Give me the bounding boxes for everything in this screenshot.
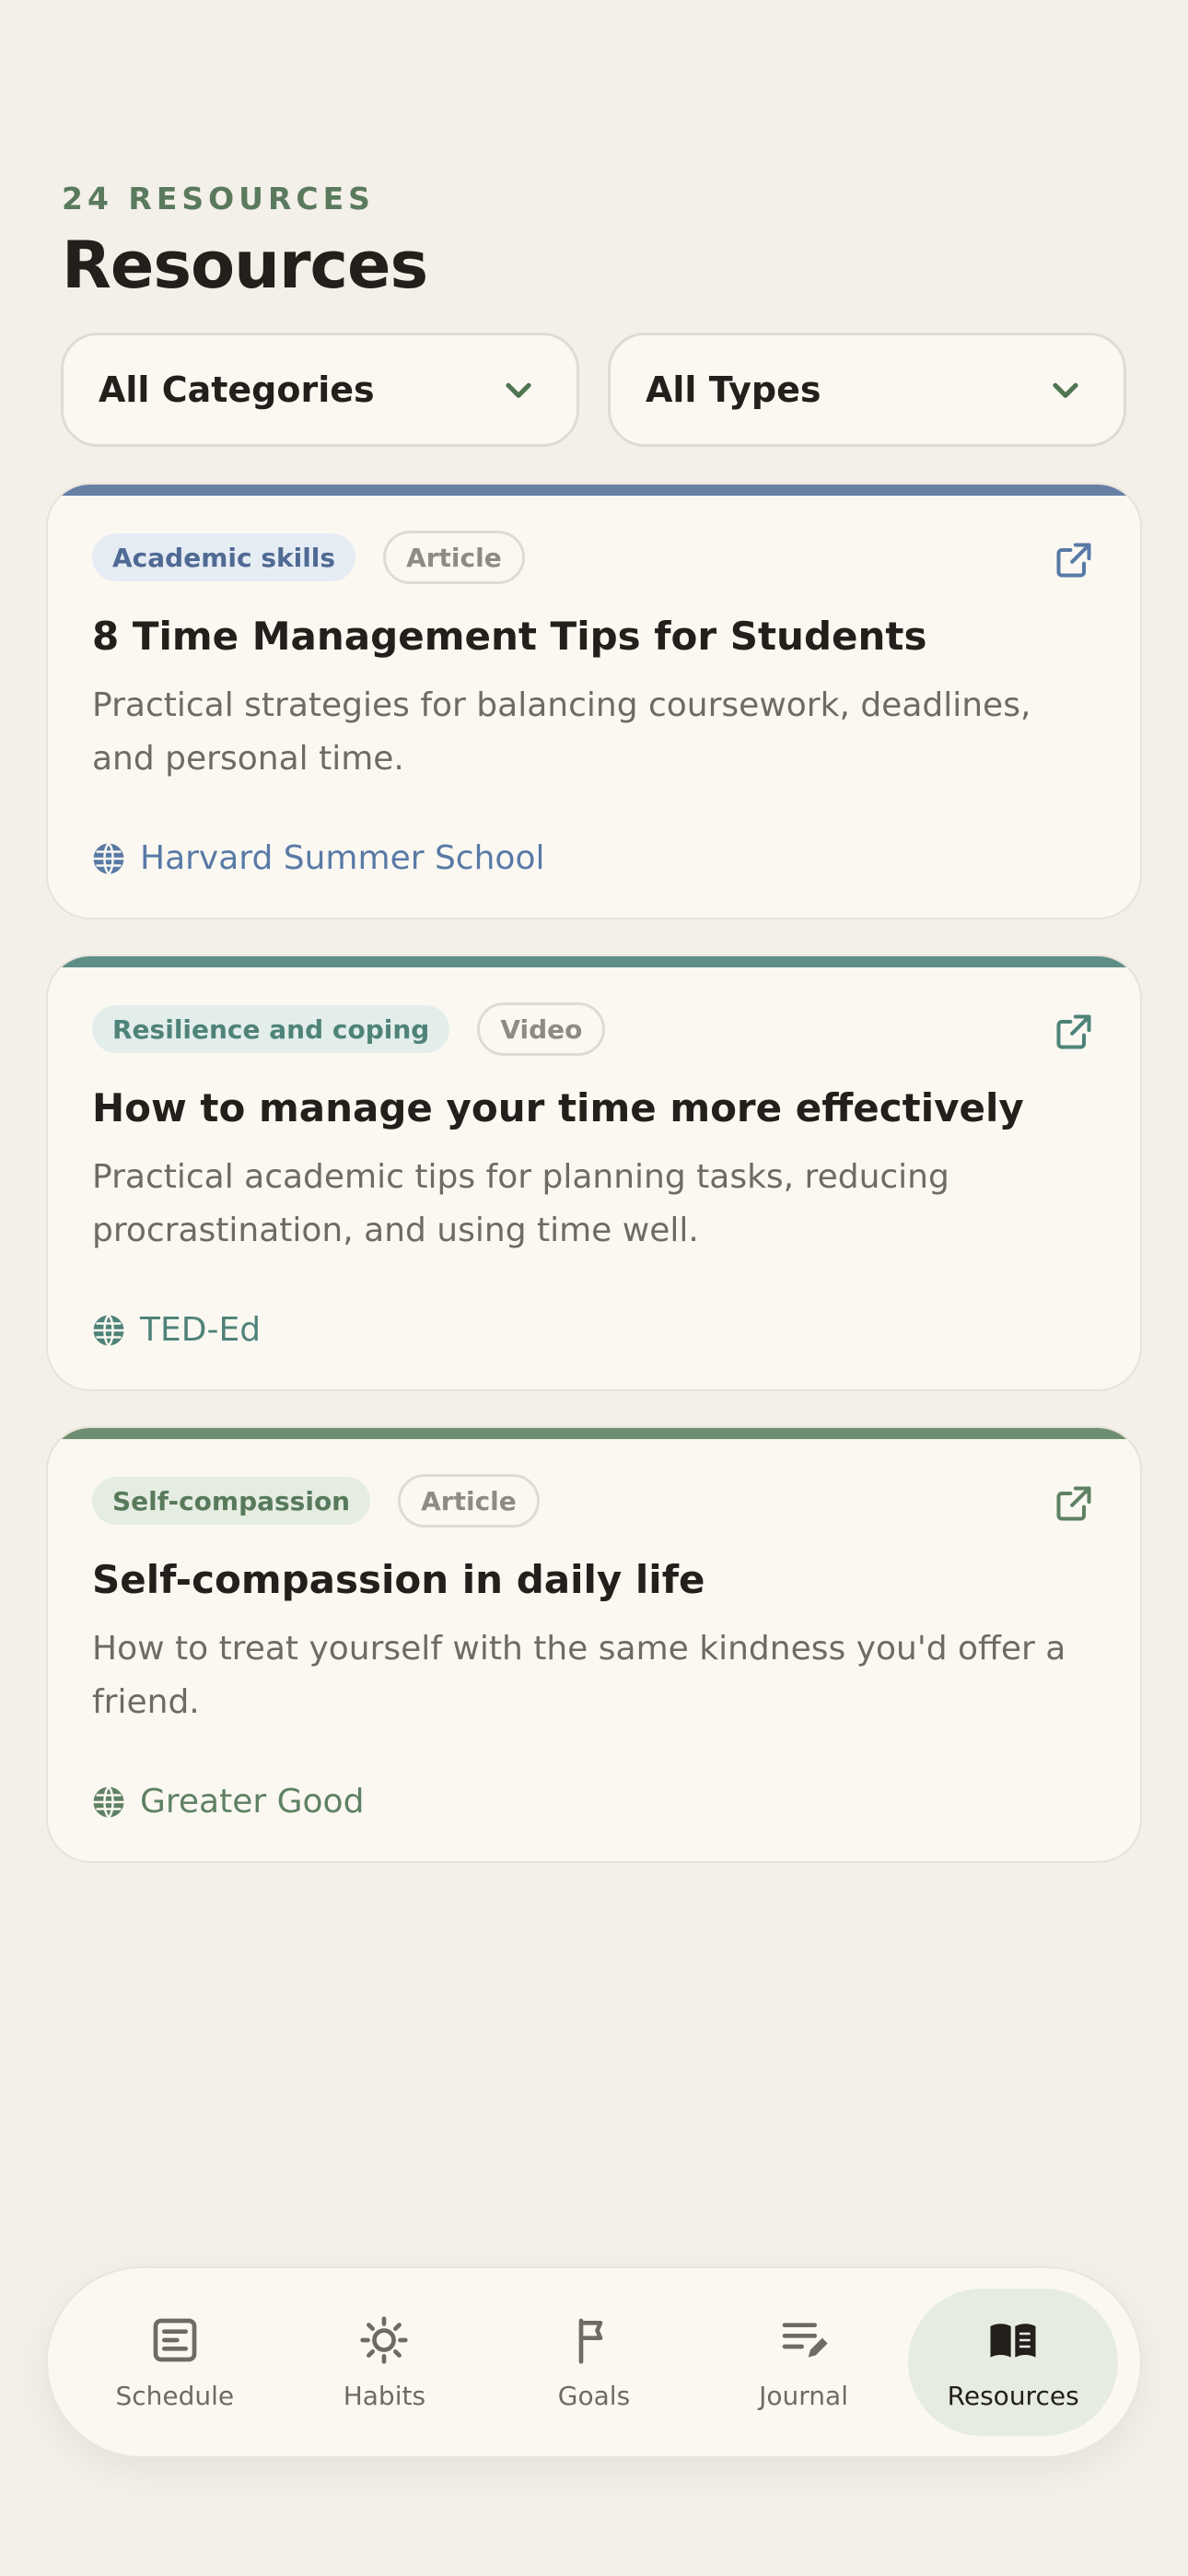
page-header: 24 RESOURCES Resources (62, 181, 428, 303)
external-link-icon[interactable] (1054, 1483, 1094, 1524)
card-title: Self-compassion in daily life (92, 1557, 705, 1602)
category-select[interactable]: All Categories (61, 333, 579, 447)
card-source[interactable]: Greater Good (92, 1783, 364, 1821)
nav-item-schedule[interactable]: Schedule (70, 2289, 280, 2436)
resource-count: 24 RESOURCES (62, 181, 375, 217)
nav-item-journal[interactable]: Journal (699, 2289, 909, 2436)
card-title: 8 Time Management Tips for Students (92, 614, 927, 659)
resource-card[interactable]: Resilience and coping Video How to manag… (46, 954, 1142, 1391)
globe-icon (93, 842, 124, 874)
source-label: Greater Good (140, 1783, 365, 1821)
source-label: Harvard Summer School (140, 839, 545, 877)
type-select-value: All Types (646, 369, 821, 410)
nav-label: Journal (759, 2380, 848, 2411)
flag-icon (578, 2318, 603, 2364)
nav-item-habits[interactable]: Habits (280, 2289, 490, 2436)
card-description: Practical strategies for balancing cours… (92, 686, 1031, 778)
source-label: TED-Ed (140, 1311, 262, 1349)
page-title: Resources (62, 228, 428, 303)
card-description: How to treat yourself with the same kind… (92, 1630, 1066, 1721)
category-tag: Resilience and coping (92, 1005, 450, 1053)
book-icon (990, 2323, 1036, 2358)
sun-icon (360, 2315, 409, 2364)
filter-bar: All Categories All Types (61, 333, 1126, 447)
schedule-icon (153, 2318, 197, 2361)
nav-label: Schedule (115, 2380, 235, 2411)
globe-icon (93, 1786, 124, 1818)
nav-label: Resources (947, 2380, 1079, 2411)
card-description: Practical academic tips for planning tas… (92, 1158, 949, 1249)
type-tag: Video (477, 1002, 606, 1056)
journal-icon (782, 2322, 828, 2358)
globe-icon (93, 1314, 124, 1346)
external-link-icon[interactable] (1054, 1012, 1094, 1052)
chevron-down-icon (506, 382, 531, 398)
nav-label: Goals (557, 2380, 631, 2411)
category-tag: Academic skills (92, 533, 356, 581)
category-tag: Self-compassion (92, 1477, 371, 1525)
card-source[interactable]: Harvard Summer School (92, 839, 544, 877)
bottom-nav: Schedule Habits Goals Journal Resources (46, 2266, 1142, 2458)
type-tag: Article (398, 1474, 540, 1528)
nav-item-resources[interactable]: Resources (908, 2289, 1118, 2436)
resource-card[interactable]: Academic skills Article 8 Time Managemen… (46, 483, 1142, 919)
nav-item-goals[interactable]: Goals (489, 2289, 699, 2436)
type-tag: Article (383, 531, 525, 584)
card-title: How to manage your time more effectively (92, 1085, 1024, 1130)
chevron-down-icon (1053, 382, 1078, 398)
category-select-value: All Categories (99, 369, 375, 410)
resource-card[interactable]: Self-compassion Article Self-compassion … (46, 1426, 1142, 1863)
external-link-icon[interactable] (1054, 540, 1094, 580)
card-source[interactable]: TED-Ed (92, 1311, 261, 1349)
nav-label: Habits (343, 2380, 426, 2411)
type-select[interactable]: All Types (608, 333, 1126, 447)
